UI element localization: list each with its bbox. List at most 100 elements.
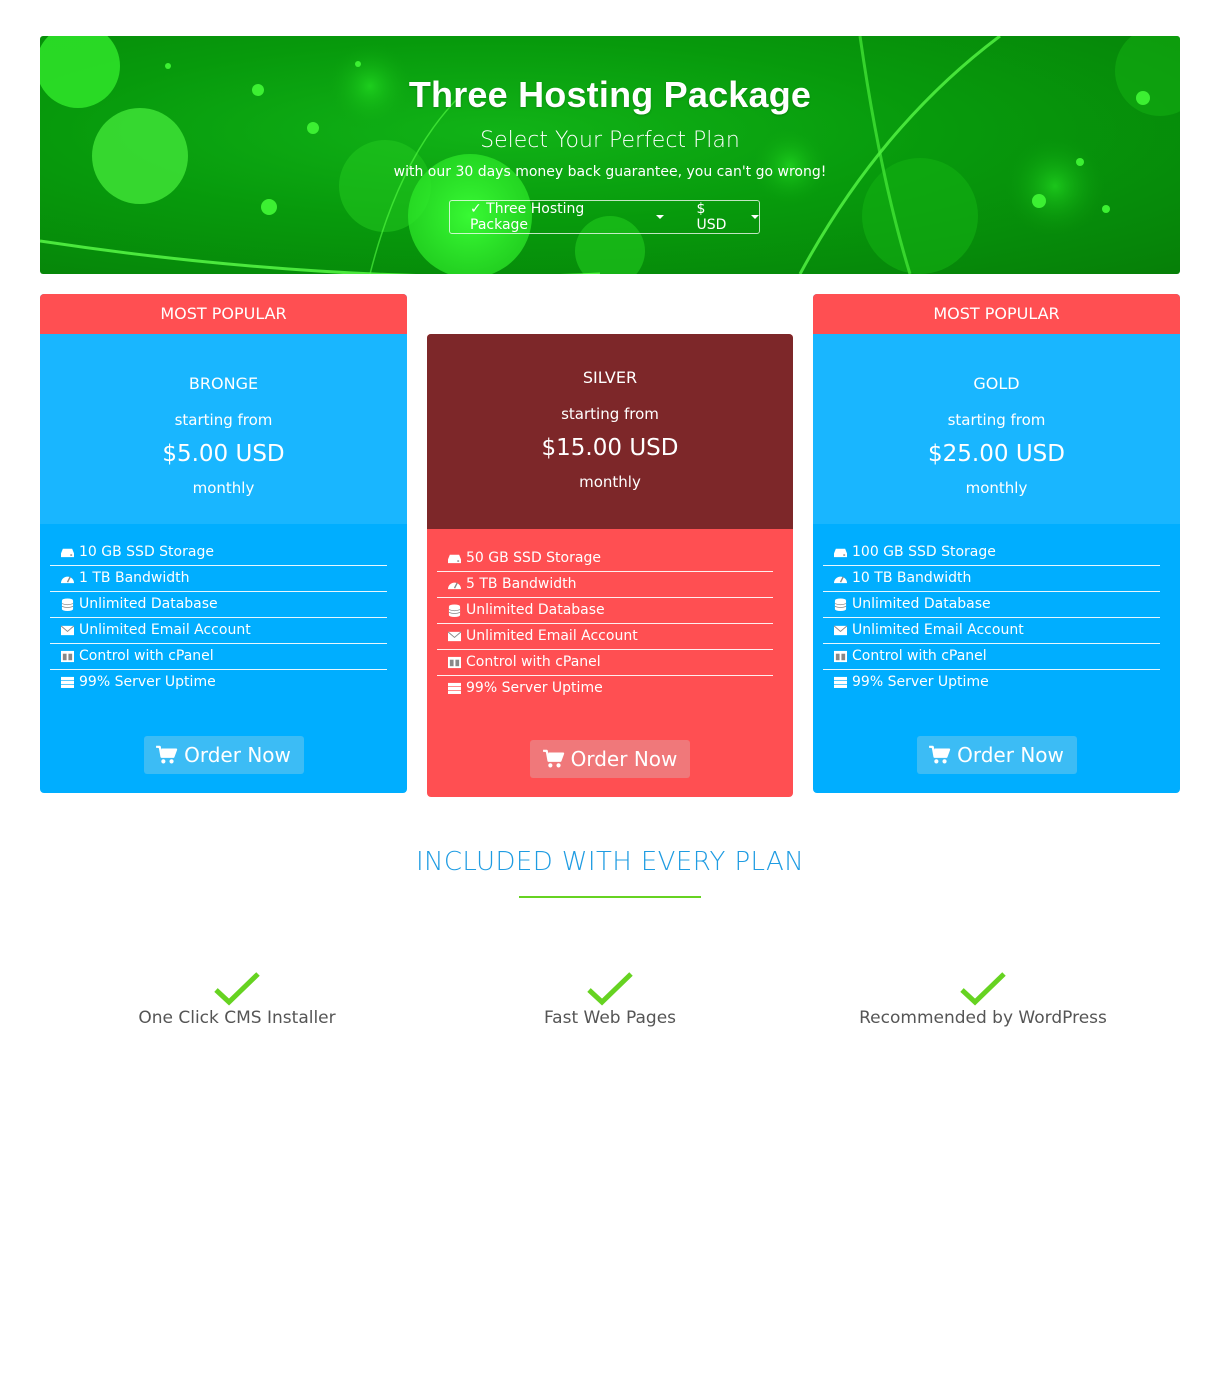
feature-label: Control with cPanel	[79, 648, 214, 664]
hero-tagline: with our 30 days money back guarantee, y…	[393, 164, 827, 180]
perk-item: Recommended by WordPress	[803, 972, 1163, 1028]
tachometer-icon	[447, 578, 462, 591]
tachometer-icon	[833, 572, 848, 585]
plan-card-gold: MOST POPULAR GOLD starting from $25.00 U…	[813, 294, 1180, 793]
list-item: 99% Server Uptime	[50, 670, 387, 695]
list-item: 10 GB SSD Storage	[50, 540, 387, 566]
columns-icon	[60, 650, 75, 663]
order-now-button[interactable]: Order Now	[530, 740, 690, 778]
server-icon	[60, 676, 75, 689]
feature-label: 10 TB Bandwidth	[852, 570, 972, 586]
list-item: Control with cPanel	[437, 650, 773, 676]
plan-price: $25.00 USD	[928, 441, 1065, 467]
feature-label: 5 TB Bandwidth	[466, 576, 577, 592]
shopping-cart-icon	[543, 749, 565, 769]
package-dropdown-label: ✓ Three Hosting Package	[470, 201, 585, 233]
list-item: Control with cPanel	[50, 644, 387, 670]
checkmark-icon	[214, 972, 260, 1006]
most-popular-ribbon: MOST POPULAR	[40, 294, 407, 334]
plan-card-silver: SILVER starting from $15.00 USD monthly …	[427, 334, 793, 797]
starting-from-label: starting from	[947, 411, 1046, 429]
feature-label: 50 GB SSD Storage	[466, 550, 601, 566]
order-now-label: Order Now	[570, 747, 678, 771]
chevron-down-icon	[656, 215, 665, 219]
plan-header: GOLD starting from $25.00 USD monthly	[813, 334, 1180, 524]
feature-label: Control with cPanel	[852, 648, 987, 664]
hdd-icon	[833, 546, 848, 559]
billing-period: monthly	[192, 479, 255, 497]
feature-label: Control with cPanel	[466, 654, 601, 670]
checkmark-icon	[960, 972, 1006, 1006]
feature-list: 100 GB SSD Storage 10 TB Bandwidth Unlim…	[823, 540, 1160, 695]
list-item: 99% Server Uptime	[437, 676, 773, 701]
list-item: 99% Server Uptime	[823, 670, 1160, 695]
feature-label: Unlimited Email Account	[466, 628, 638, 644]
list-item: Unlimited Database	[823, 592, 1160, 618]
database-icon	[447, 604, 462, 617]
columns-icon	[833, 650, 848, 663]
envelope-icon	[833, 624, 848, 637]
plan-selector: ✓ Three Hosting Package $ USD	[449, 200, 760, 234]
columns-icon	[447, 656, 462, 669]
perk-item: One Click CMS Installer	[57, 972, 417, 1028]
hdd-icon	[60, 546, 75, 559]
page-title: Three Hosting Package	[408, 74, 812, 115]
perk-label: Fast Web Pages	[543, 1008, 677, 1028]
feature-label: Unlimited Database	[466, 602, 605, 618]
feature-list: 10 GB SSD Storage 1 TB Bandwidth Unlimit…	[50, 540, 387, 695]
order-now-label: Order Now	[184, 743, 291, 767]
plan-header: SILVER starting from $15.00 USD monthly	[427, 334, 793, 529]
perk-label: One Click CMS Installer	[138, 1008, 336, 1028]
feature-label: Unlimited Database	[79, 596, 218, 612]
feature-label: Unlimited Email Account	[79, 622, 251, 638]
list-item: Unlimited Database	[437, 598, 773, 624]
shopping-cart-icon	[929, 745, 951, 765]
feature-label: 99% Server Uptime	[852, 674, 989, 690]
section-divider	[519, 896, 701, 898]
database-icon	[60, 598, 75, 611]
plan-card-bronge: MOST POPULAR BRONGE starting from $5.00 …	[40, 294, 407, 793]
plan-name: BRONGE	[188, 374, 259, 393]
feature-label: 100 GB SSD Storage	[852, 544, 996, 560]
included-section-title: INCLUDED WITH EVERY PLAN	[415, 847, 805, 877]
checkmark-icon	[587, 972, 633, 1006]
feature-list: 50 GB SSD Storage 5 TB Bandwidth Unlimit…	[437, 546, 773, 701]
list-item: Unlimited Email Account	[50, 618, 387, 644]
envelope-icon	[60, 624, 75, 637]
list-item: Unlimited Database	[50, 592, 387, 618]
package-dropdown[interactable]: ✓ Three Hosting Package	[470, 201, 665, 233]
feature-label: 10 GB SSD Storage	[79, 544, 214, 560]
hero-banner: Three Hosting Package Select Your Perfec…	[40, 36, 1180, 274]
perk-label: Recommended by WordPress	[859, 1008, 1107, 1028]
billing-period: monthly	[579, 473, 641, 491]
starting-from-label: starting from	[174, 411, 273, 429]
most-popular-ribbon: MOST POPULAR	[813, 294, 1180, 334]
currency-dropdown[interactable]: $ USD	[696, 201, 759, 233]
plan-header: BRONGE starting from $5.00 USD monthly	[40, 334, 407, 524]
shopping-cart-icon	[156, 745, 178, 765]
database-icon	[833, 598, 848, 611]
starting-from-label: starting from	[561, 405, 659, 423]
billing-period: monthly	[965, 479, 1028, 497]
server-icon	[447, 682, 462, 695]
feature-label: Unlimited Email Account	[852, 622, 1024, 638]
order-now-label: Order Now	[957, 743, 1064, 767]
envelope-icon	[447, 630, 462, 643]
order-now-button[interactable]: Order Now	[143, 736, 304, 774]
feature-label: 99% Server Uptime	[79, 674, 216, 690]
list-item: 100 GB SSD Storage	[823, 540, 1160, 566]
server-icon	[833, 676, 848, 689]
feature-label: 99% Server Uptime	[466, 680, 603, 696]
list-item: Unlimited Email Account	[437, 624, 773, 650]
list-item: Unlimited Email Account	[823, 618, 1160, 644]
list-item: 10 TB Bandwidth	[823, 566, 1160, 592]
hero-subtitle: Select Your Perfect Plan	[480, 128, 740, 153]
list-item: 50 GB SSD Storage	[437, 546, 773, 572]
currency-dropdown-label: $ USD	[696, 201, 727, 233]
list-item: Control with cPanel	[823, 644, 1160, 670]
feature-label: 1 TB Bandwidth	[79, 570, 190, 586]
list-item: 5 TB Bandwidth	[437, 572, 773, 598]
order-now-button[interactable]: Order Now	[916, 736, 1077, 774]
plan-price: $5.00 USD	[162, 441, 285, 467]
plan-name: GOLD	[973, 374, 1020, 393]
